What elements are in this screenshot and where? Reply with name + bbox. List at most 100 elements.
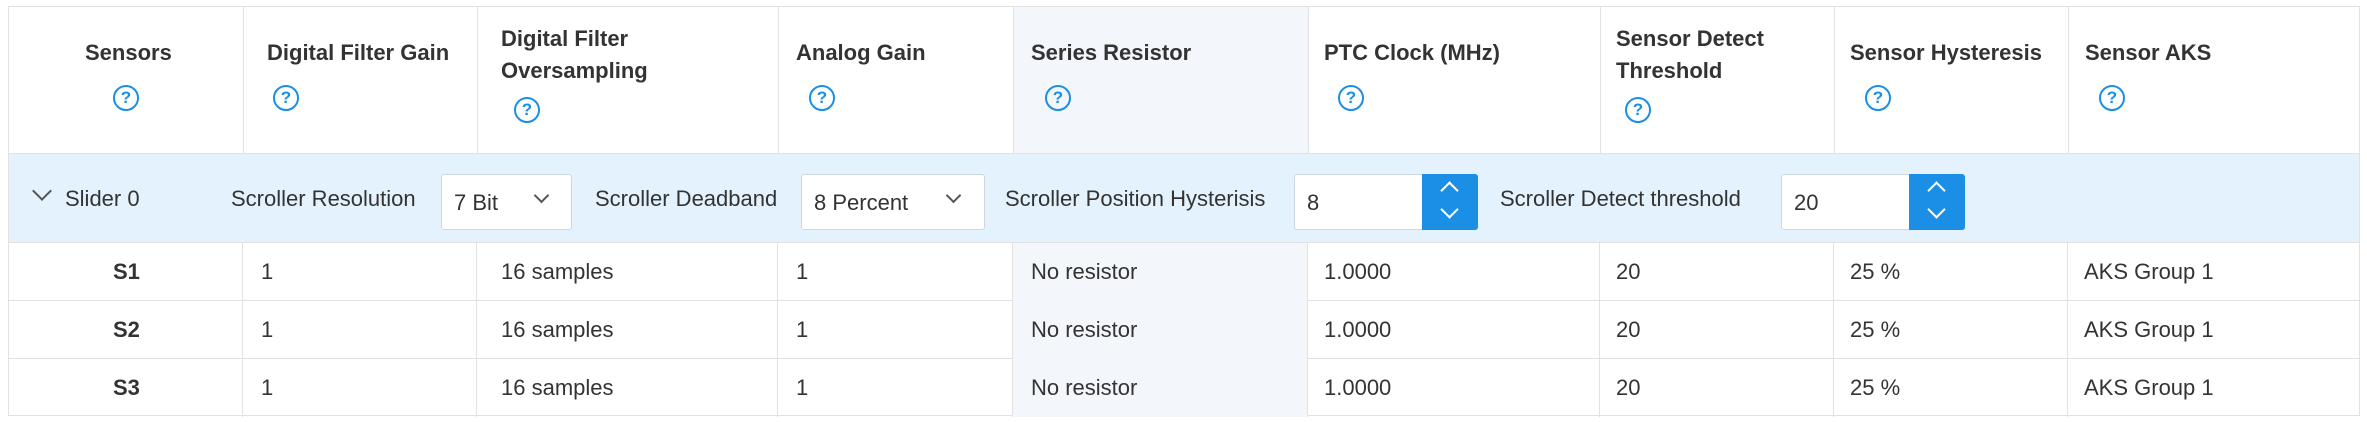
sensor-name: S2 [113, 317, 140, 342]
header-oversampling-line1: Digital Filter [501, 26, 629, 51]
aks-value: AKS Group 1 [2084, 259, 2214, 284]
oversampling-value: 16 samples [501, 375, 614, 400]
oversampling-value: 16 samples [501, 317, 614, 342]
table-row[interactable]: S3 1 16 samples 1 No resistor 1.0000 20 … [9, 359, 2359, 417]
sensor-config-table: Sensors ? Digital Filter Gain ? Digital … [8, 6, 2361, 417]
cell-sensor: S1 [9, 243, 243, 301]
table-row[interactable]: S2 1 16 samples 1 No resistor 1.0000 20 … [9, 301, 2359, 359]
detect-threshold-value: 20 [1616, 375, 1641, 400]
chevron-down-icon [533, 187, 550, 204]
hysteresis-value: 25 % [1850, 317, 1901, 342]
header-series-resistor-label: Series Resistor [1031, 40, 1192, 65]
scroller-detect-threshold-stepper[interactable]: 20 [1781, 174, 1965, 230]
help-icon[interactable]: ? [1045, 85, 1071, 111]
cell-sensor: S3 [9, 359, 243, 417]
scroller-deadband-label: Scroller Deadband [595, 186, 778, 211]
chevron-up-icon[interactable] [1440, 181, 1459, 200]
aks-value: AKS Group 1 [2084, 375, 2214, 400]
stepper-buttons[interactable] [1909, 174, 1965, 230]
oversampling-value: 16 samples [501, 259, 614, 284]
column-divider [477, 7, 478, 153]
help-icon[interactable]: ? [2099, 85, 2125, 111]
ptc-clock-value: 1.0000 [1324, 317, 1392, 342]
series-resistor-value: No resistor [1031, 317, 1138, 342]
header-series-resistor: Series Resistor ? [1013, 7, 1308, 153]
filter-gain-value: 1 [261, 259, 274, 284]
table-body: S1 1 16 samples 1 No resistor 1.0000 20 … [9, 243, 2359, 417]
header-digital-filter-gain: Digital Filter Gain ? [243, 7, 477, 153]
analog-gain-value: 1 [796, 317, 809, 342]
sensor-name: S1 [113, 259, 140, 284]
help-icon[interactable]: ? [1865, 85, 1891, 111]
cell-oversampling: 16 samples [477, 301, 778, 359]
detect-threshold-value: 20 [1616, 317, 1641, 342]
cell-oversampling: 16 samples [477, 243, 778, 301]
header-sensor-aks: Sensor AKS ? [2068, 7, 2361, 153]
chevron-down-icon[interactable] [1440, 200, 1459, 219]
ptc-clock-value: 1.0000 [1324, 375, 1392, 400]
cell-analog-gain: 1 [778, 359, 1013, 417]
slider-group-name: Slider 0 [65, 186, 140, 211]
scroller-deadband-select[interactable]: 8 Percent [801, 174, 985, 230]
cell-hysteresis: 25 % [1834, 243, 2068, 301]
scroller-deadband-value: 8 Percent [814, 190, 909, 215]
cell-ptc-clock: 1.0000 [1308, 301, 1600, 359]
help-icon[interactable]: ? [273, 85, 299, 111]
scroller-detect-threshold-label: Scroller Detect threshold [1500, 186, 1741, 211]
help-icon[interactable]: ? [1338, 85, 1364, 111]
scroller-position-hysteresis-label: Scroller Position Hysterisis [1005, 186, 1266, 211]
slider-group-row[interactable]: Slider 0 Scroller Resolution 7 Bit Scrol… [9, 153, 2359, 243]
filter-gain-value: 1 [261, 317, 274, 342]
cell-filter-gain: 1 [243, 301, 477, 359]
column-divider [1834, 7, 1835, 153]
scroller-position-hysteresis-stepper[interactable]: 8 [1294, 174, 1478, 230]
cell-filter-gain: 1 [243, 359, 477, 417]
header-ptc-clock: PTC Clock (MHz) ? [1308, 7, 1600, 153]
scroller-resolution-value: 7 Bit [454, 190, 499, 215]
header-oversampling-line2: Oversampling [501, 58, 648, 83]
aks-value: AKS Group 1 [2084, 317, 2214, 342]
column-divider [1600, 7, 1601, 153]
cell-series-resistor: No resistor [1013, 301, 1308, 359]
header-sensors-label: Sensors [85, 40, 172, 65]
help-icon[interactable]: ? [809, 85, 835, 111]
chevron-up-icon[interactable] [1927, 181, 1946, 200]
cell-detect-threshold: 20 [1600, 301, 1834, 359]
cell-ptc-clock: 1.0000 [1308, 243, 1600, 301]
cell-oversampling: 16 samples [477, 359, 778, 417]
scroller-resolution-select[interactable]: 7 Bit [441, 174, 572, 230]
column-divider [1013, 7, 1014, 153]
cell-hysteresis: 25 % [1834, 359, 2068, 417]
help-icon[interactable]: ? [1625, 97, 1651, 123]
table-row[interactable]: S1 1 16 samples 1 No resistor 1.0000 20 … [9, 243, 2359, 301]
chevron-down-icon[interactable] [1927, 200, 1946, 219]
cell-analog-gain: 1 [778, 301, 1013, 359]
stepper-buttons[interactable] [1422, 174, 1478, 230]
header-sensors: Sensors ? [9, 7, 243, 153]
column-divider [1308, 7, 1309, 153]
chevron-down-icon[interactable] [32, 181, 52, 201]
cell-detect-threshold: 20 [1600, 359, 1834, 417]
header-sensor-aks-label: Sensor AKS [2085, 40, 2212, 65]
column-divider [778, 7, 779, 153]
header-sensor-hysteresis-label: Sensor Hysteresis [1850, 40, 2042, 65]
help-icon[interactable]: ? [514, 97, 540, 123]
cell-ptc-clock: 1.0000 [1308, 359, 1600, 417]
cell-analog-gain: 1 [778, 243, 1013, 301]
header-digital-filter-gain-label: Digital Filter Gain [267, 40, 450, 65]
series-resistor-value: No resistor [1031, 375, 1138, 400]
header-analog-gain-label: Analog Gain [796, 40, 926, 65]
cell-detect-threshold: 20 [1600, 243, 1834, 301]
chevron-down-icon [945, 187, 962, 204]
cell-hysteresis: 25 % [1834, 301, 2068, 359]
column-divider [2068, 7, 2069, 153]
cell-aks: AKS Group 1 [2068, 359, 2361, 417]
help-icon[interactable]: ? [113, 85, 139, 111]
cell-series-resistor: No resistor [1013, 359, 1308, 417]
header-analog-gain: Analog Gain ? [778, 7, 1013, 153]
header-sensor-detect-threshold: Sensor Detect Threshold ? [1600, 7, 1834, 153]
header-detect-threshold-line2: Threshold [1616, 58, 1723, 83]
header-ptc-clock-label: PTC Clock (MHz) [1324, 40, 1500, 65]
cell-sensor: S2 [9, 301, 243, 359]
column-divider [243, 7, 244, 153]
